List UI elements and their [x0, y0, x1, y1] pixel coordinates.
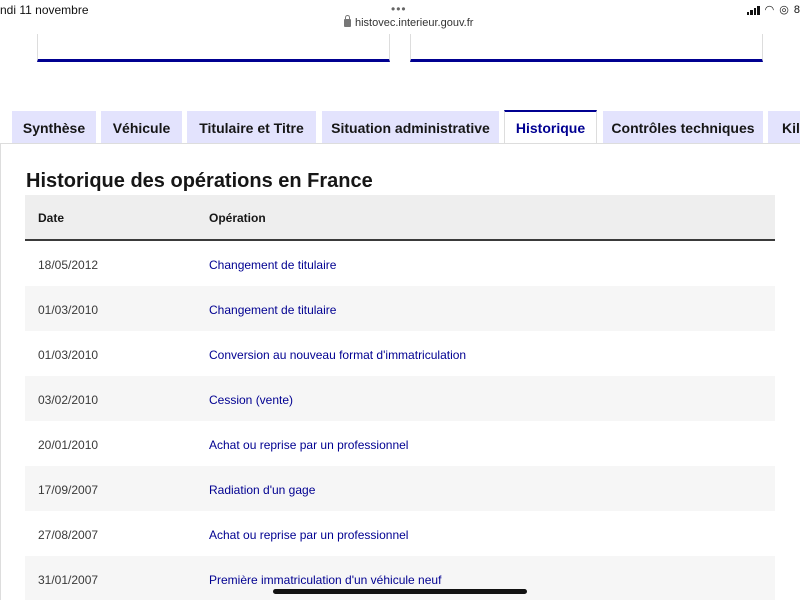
- tab-kilometrage[interactable]: Kilo: [768, 111, 800, 144]
- table-row: 01/03/2010 Changement de titulaire: [25, 286, 775, 331]
- row-operation[interactable]: Radiation d'un gage: [209, 483, 315, 497]
- row-date: 31/01/2007: [38, 573, 99, 587]
- status-date: ndi 11 novembre: [0, 3, 89, 17]
- address-bar[interactable]: histovec.interieur.gouv.fr: [344, 15, 474, 29]
- tab-controles-techniques[interactable]: Contrôles techniques: [603, 111, 763, 144]
- row-date: 17/09/2007: [38, 483, 99, 497]
- header-date: Date: [38, 211, 65, 225]
- battery-text: 8: [793, 3, 800, 16]
- row-operation[interactable]: Première immatriculation d'un véhicule n…: [209, 573, 441, 587]
- more-dots-icon[interactable]: •••: [391, 2, 407, 16]
- tab-bar: Synthèse Véhicule Titulaire et Titre Sit…: [0, 110, 800, 144]
- row-operation[interactable]: Changement de titulaire: [209, 258, 336, 272]
- row-date: 18/05/2012: [38, 258, 99, 272]
- tab-vehicule[interactable]: Véhicule: [101, 111, 182, 144]
- row-date: 20/01/2010: [38, 438, 99, 452]
- row-date: 01/03/2010: [38, 348, 99, 362]
- tab-panel-border: [0, 143, 800, 144]
- history-table: Date Opération 18/05/2012 Changement de …: [25, 195, 775, 600]
- row-date: 01/03/2010: [38, 303, 99, 317]
- page: ndi 11 novembre ••• histovec.interieur.g…: [0, 0, 800, 600]
- summary-card-left: [37, 34, 390, 62]
- row-date: 03/02/2010: [38, 393, 99, 407]
- signal-icon: [746, 5, 760, 15]
- summary-card-right: [410, 34, 763, 62]
- row-operation[interactable]: Changement de titulaire: [209, 303, 336, 317]
- wifi-icon: ◠: [764, 4, 775, 16]
- tab-historique[interactable]: Historique: [504, 110, 597, 144]
- table-row: 03/02/2010 Cession (vente): [25, 376, 775, 421]
- table-row: 01/03/2010 Conversion au nouveau format …: [25, 331, 775, 376]
- row-operation[interactable]: Achat ou reprise par un professionnel: [209, 438, 408, 452]
- home-indicator[interactable]: [273, 589, 527, 594]
- section-title: Historique des opérations en France: [26, 170, 373, 192]
- table-row: 27/08/2007 Achat ou reprise par un profe…: [25, 511, 775, 556]
- status-icons: ◠ ◎ 8: [746, 3, 800, 16]
- table-row: 20/01/2010 Achat ou reprise par un profe…: [25, 421, 775, 466]
- row-operation[interactable]: Conversion au nouveau format d'immatricu…: [209, 348, 466, 362]
- table-header: Date Opération: [25, 195, 775, 241]
- table-row: 18/05/2012 Changement de titulaire: [25, 241, 775, 286]
- tab-titulaire-et-titre[interactable]: Titulaire et Titre: [187, 111, 316, 144]
- tab-situation-administrative[interactable]: Situation administrative: [322, 111, 499, 144]
- tab-panel-left-border: [0, 143, 1, 600]
- row-operation[interactable]: Cession (vente): [209, 393, 293, 407]
- row-operation[interactable]: Achat ou reprise par un professionnel: [209, 528, 408, 542]
- lock-icon: [344, 15, 351, 27]
- header-operation: Opération: [209, 211, 266, 225]
- tab-synthese[interactable]: Synthèse: [12, 111, 96, 144]
- table-row: 17/09/2007 Radiation d'un gage: [25, 466, 775, 511]
- row-date: 27/08/2007: [38, 528, 99, 542]
- url-text: histovec.interieur.gouv.fr: [355, 17, 474, 29]
- status-bar: ndi 11 novembre ••• histovec.interieur.g…: [0, 0, 800, 34]
- location-icon: ◎: [779, 4, 789, 16]
